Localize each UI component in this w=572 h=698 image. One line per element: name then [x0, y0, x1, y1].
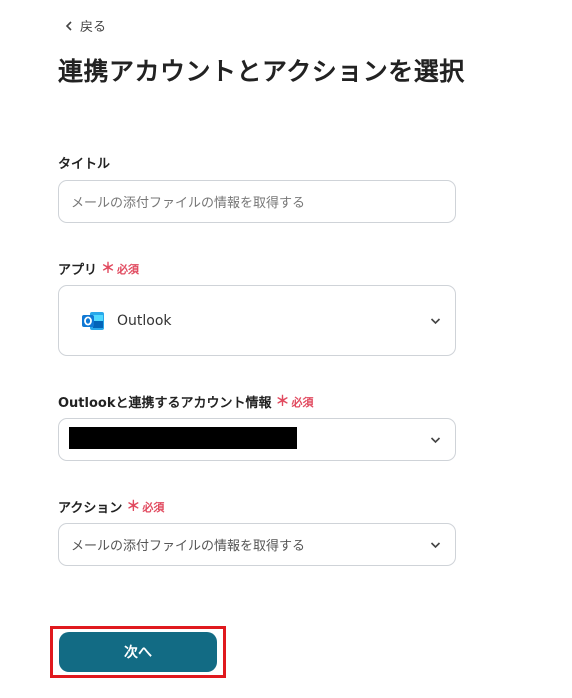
back-label: 戻る — [80, 20, 107, 35]
action-select[interactable]: メールの添付ファイルの情報を取得する — [58, 523, 456, 566]
app-select[interactable]: Outlook — [58, 285, 456, 356]
required-badge: ＊必須 — [126, 498, 165, 515]
next-button-highlight: 次へ — [50, 626, 226, 678]
chevron-down-icon — [430, 436, 441, 443]
back-link[interactable]: 戻る — [64, 16, 106, 35]
required-badge: ＊必須 — [275, 393, 314, 410]
title-field-label: タイトル — [58, 153, 110, 172]
action-label-text: アクション — [58, 501, 123, 516]
account-select[interactable] — [58, 418, 456, 461]
page-title: 連携アカウントとアクションを選択 — [58, 57, 465, 86]
title-label-text: タイトル — [58, 157, 111, 172]
redacted-account — [69, 427, 297, 449]
chevron-down-icon — [430, 317, 441, 324]
next-button[interactable]: 次へ — [59, 632, 217, 672]
title-input[interactable]: メールの添付ファイルの情報を取得する — [58, 180, 456, 223]
account-field-label: Outlookと連携するアカウント情報 ＊必須 — [58, 392, 314, 412]
chevron-left-icon — [65, 20, 72, 31]
action-field-label: アクション ＊必須 — [58, 497, 165, 517]
app-label-text: アプリ — [58, 263, 98, 278]
required-badge: ＊必須 — [101, 260, 140, 277]
account-label-text: Outlookと連携するアカウント情報 — [58, 396, 272, 411]
app-field-label: アプリ ＊必須 — [58, 259, 140, 279]
chevron-down-icon — [430, 541, 441, 548]
title-input-value: メールの添付ファイルの情報を取得する — [71, 196, 306, 211]
outlook-icon — [81, 310, 105, 332]
action-select-value: メールの添付ファイルの情報を取得する — [71, 539, 306, 554]
app-select-value: Outlook — [117, 312, 172, 329]
